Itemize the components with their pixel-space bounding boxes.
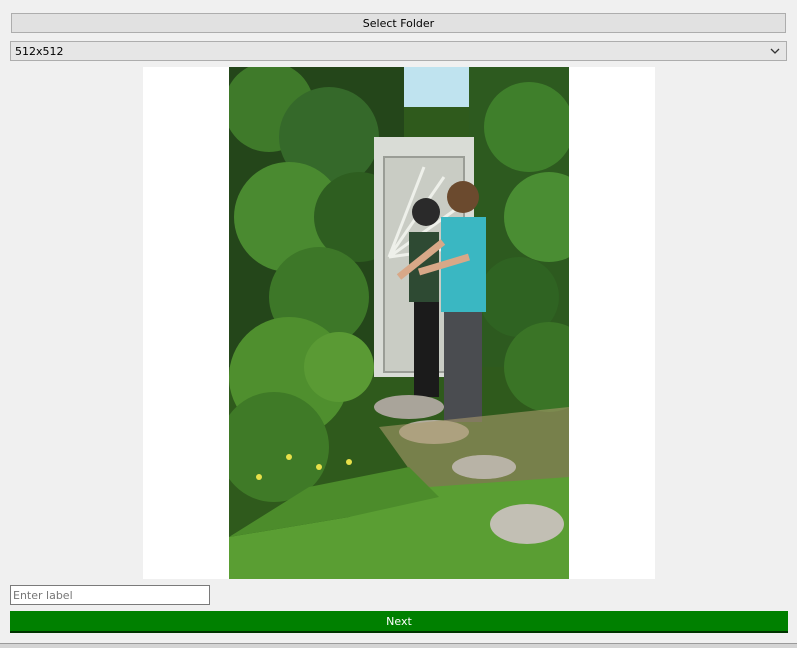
window-bottom-edge bbox=[0, 643, 797, 648]
select-folder-label: Select Folder bbox=[362, 16, 435, 30]
size-dropdown-value: 512x512 bbox=[15, 44, 64, 58]
chevron-down-icon bbox=[770, 48, 780, 54]
next-button[interactable]: Next bbox=[10, 611, 788, 633]
next-button-label: Next bbox=[386, 614, 412, 628]
size-dropdown[interactable]: 512x512 bbox=[10, 41, 787, 61]
garden-photo-image bbox=[229, 67, 569, 579]
labeling-app-window: Select Folder 512x512 Enter label Next bbox=[0, 0, 797, 648]
label-input[interactable] bbox=[10, 585, 210, 605]
image-preview-panel bbox=[143, 67, 655, 579]
select-folder-button[interactable]: Select Folder bbox=[11, 13, 786, 33]
preview-photo bbox=[229, 67, 569, 579]
